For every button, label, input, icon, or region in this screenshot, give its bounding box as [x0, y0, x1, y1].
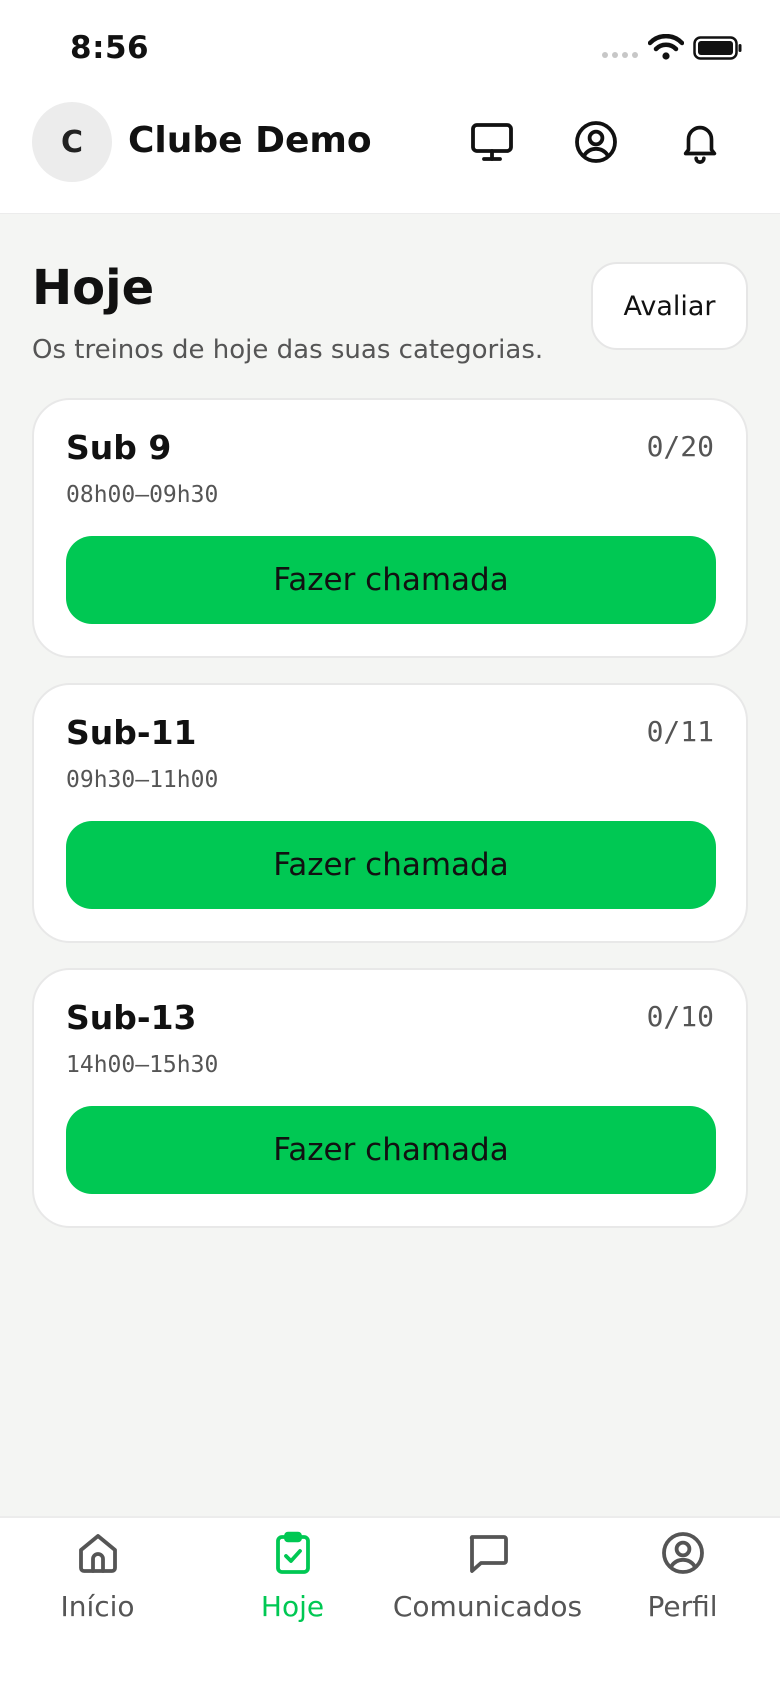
session-time: 09h30–11h00	[66, 767, 219, 793]
nav-label: Perfil	[647, 1590, 718, 1623]
app-header: C Clube Demo	[0, 100, 780, 214]
session-time: 08h00–09h30	[66, 482, 219, 508]
bottom-navigation: Início Hoje Comunicados Perfil	[0, 1516, 780, 1688]
battery-icon	[693, 36, 742, 60]
nav-item-hoje[interactable]: Hoje	[195, 1528, 390, 1638]
session-card: Sub 9 0/20 08h00–09h30 Fazer chamada	[32, 398, 748, 658]
nav-item-inicio[interactable]: Início	[0, 1528, 195, 1638]
take-attendance-button[interactable]: Fazer chamada	[66, 1106, 716, 1194]
bell-icon[interactable]	[672, 114, 728, 170]
message-square-icon	[463, 1528, 513, 1578]
monitor-icon[interactable]	[464, 114, 520, 170]
attendance-count: 0/11	[646, 715, 714, 748]
nav-item-comunicados[interactable]: Comunicados	[390, 1528, 585, 1638]
status-time: 8:56	[70, 30, 150, 66]
take-attendance-button[interactable]: Fazer chamada	[66, 821, 716, 909]
page-title: Hoje	[32, 260, 155, 316]
session-time: 14h00–15h30	[66, 1052, 219, 1078]
club-name: Clube Demo	[128, 120, 372, 161]
user-circle-icon	[658, 1528, 708, 1578]
page-subtitle: Os treinos de hoje das suas categorias.	[32, 335, 544, 365]
session-name: Sub-11	[66, 713, 197, 752]
user-circle-icon[interactable]	[568, 114, 624, 170]
home-icon	[73, 1528, 123, 1578]
wifi-icon	[648, 34, 684, 60]
nav-label: Início	[60, 1590, 135, 1623]
session-card: Sub-13 0/10 14h00–15h30 Fazer chamada	[32, 968, 748, 1228]
take-attendance-button[interactable]: Fazer chamada	[66, 536, 716, 624]
attendance-count: 0/20	[646, 430, 714, 463]
cellular-signal-icon	[602, 52, 638, 58]
session-card: Sub-11 0/11 09h30–11h00 Fazer chamada	[32, 683, 748, 943]
clipboard-check-icon	[268, 1528, 318, 1578]
club-avatar[interactable]: C	[32, 102, 112, 182]
nav-item-perfil[interactable]: Perfil	[585, 1528, 780, 1638]
nav-label: Hoje	[260, 1590, 325, 1623]
session-name: Sub 9	[66, 428, 172, 467]
attendance-count: 0/10	[646, 1000, 714, 1033]
status-bar: 8:56	[0, 0, 780, 100]
evaluate-button[interactable]: Avaliar	[591, 262, 748, 350]
session-name: Sub-13	[66, 998, 197, 1037]
nav-label: Comunicados	[392, 1590, 583, 1623]
